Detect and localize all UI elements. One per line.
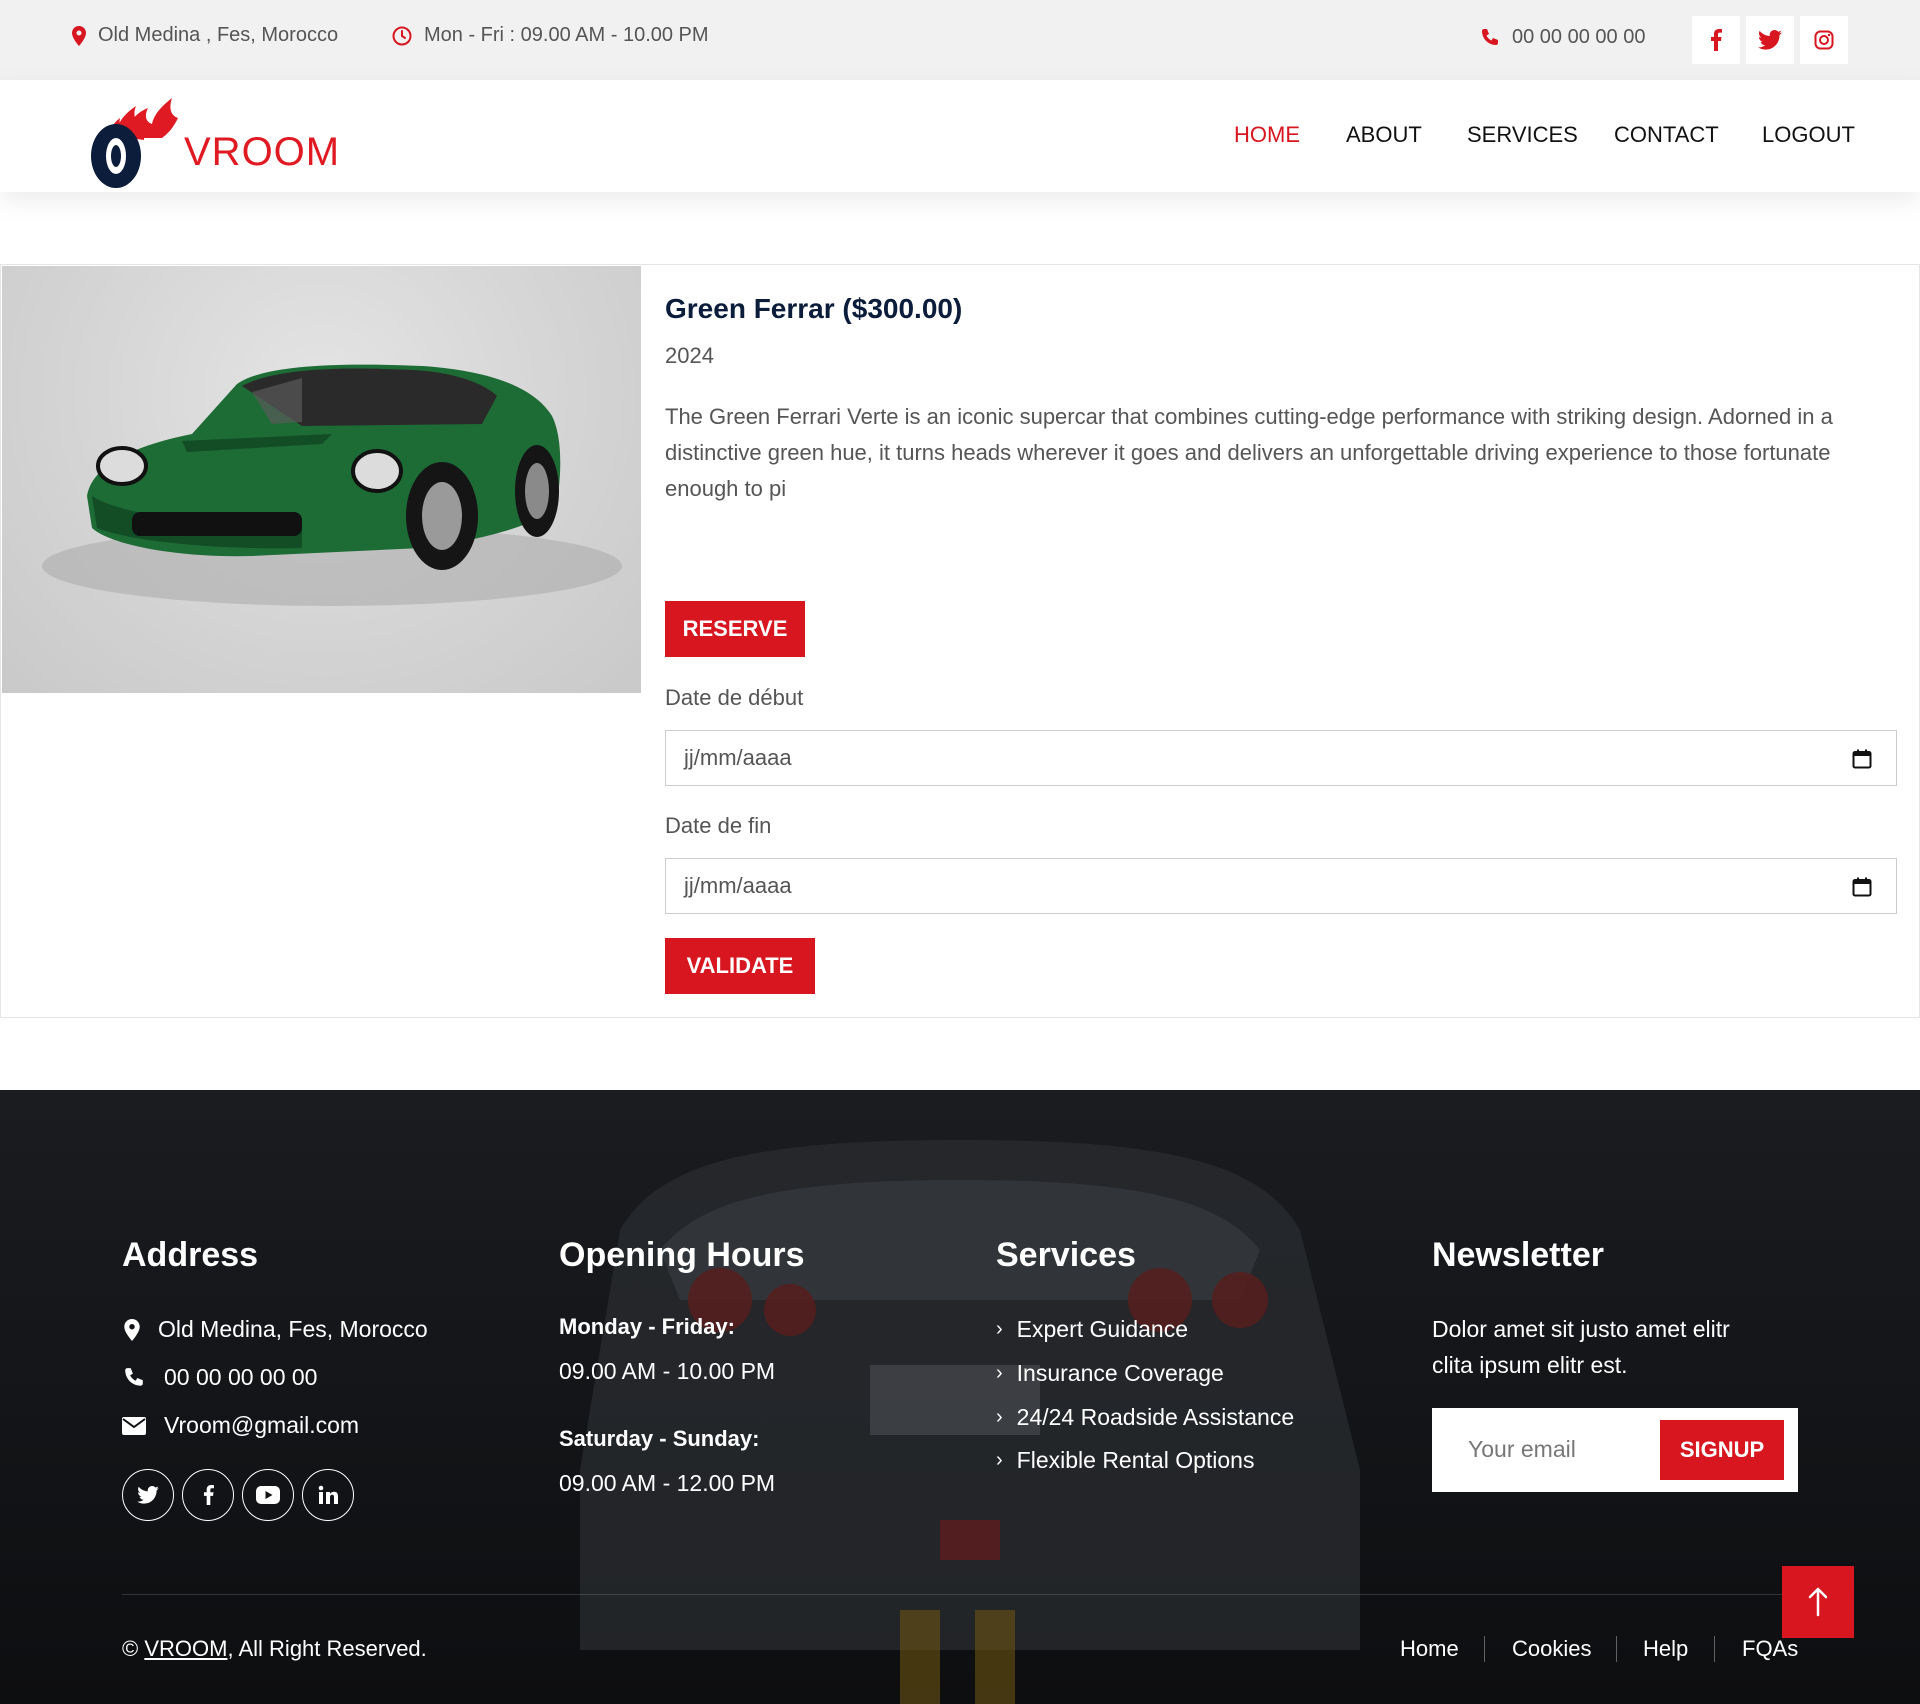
flaming-tire-icon <box>91 98 178 188</box>
facebook-button[interactable] <box>1692 16 1740 64</box>
twitter-icon <box>1758 30 1782 50</box>
footer: Address Old Medina, Fes, Morocco 00 00 0… <box>0 1090 1920 1704</box>
chevron-right-icon: › <box>996 1362 1003 1384</box>
footer-address-text: Old Medina, Fes, Morocco <box>158 1316 428 1342</box>
chevron-right-icon: › <box>996 1406 1003 1428</box>
nav-contact[interactable]: CONTACT <box>1614 122 1719 148</box>
back-to-top-button[interactable] <box>1782 1566 1854 1638</box>
service-link-label: Insurance Coverage <box>1016 1360 1224 1386</box>
facebook-icon <box>1711 29 1722 51</box>
copyright-text: , All Right Reserved. <box>227 1636 427 1661</box>
phone-icon <box>1482 28 1498 45</box>
footer-email-line: Vroom@gmail.com <box>122 1412 359 1439</box>
envelope-icon <box>122 1416 146 1435</box>
twitter-button[interactable] <box>1746 16 1794 64</box>
footer-background-car <box>0 1090 1920 1704</box>
service-link-label: Expert Guidance <box>1016 1316 1188 1342</box>
footer-link-help[interactable]: Help <box>1643 1636 1688 1662</box>
weekday-label: Monday - Friday: <box>559 1314 736 1339</box>
footer-link-home[interactable]: Home <box>1400 1636 1459 1662</box>
end-date-label: Date de fin <box>665 813 772 838</box>
newsletter-form: Your email SIGNUP <box>1432 1408 1798 1492</box>
arrow-up-icon <box>1808 1587 1828 1617</box>
top-bar: Old Medina , Fes, Morocco Mon - Fri : 09… <box>0 0 1920 80</box>
footer-address-line: Old Medina, Fes, Morocco <box>124 1316 428 1343</box>
main-navbar: VROOM HOME ABOUT SERVICES CONTACT LOGOUT <box>0 80 1920 192</box>
chevron-right-icon: › <box>996 1318 1003 1340</box>
calendar-icon[interactable] <box>1852 877 1872 897</box>
topbar-hours: Mon - Fri : 09.00 AM - 10.00 PM <box>392 24 709 47</box>
green-car-illustration <box>42 364 622 606</box>
footer-youtube-button[interactable] <box>242 1469 294 1521</box>
copyright-brand-link[interactable]: VROOM <box>144 1636 227 1661</box>
map-marker-icon <box>124 1318 140 1341</box>
footer-link-separator <box>1714 1636 1715 1662</box>
topbar-address: Old Medina , Fes, Morocco <box>72 24 338 47</box>
footer-link-fqas[interactable]: FQAs <box>1742 1636 1798 1662</box>
instagram-icon <box>1814 30 1834 50</box>
car-year: 2024 <box>665 343 714 368</box>
footer-services-heading: Services <box>996 1236 1136 1274</box>
start-date-label: Date de début <box>665 685 804 710</box>
start-date-input[interactable]: jj/mm/aaaa <box>665 730 1897 786</box>
map-marker-icon <box>72 25 86 46</box>
footer-phone-line: 00 00 00 00 00 <box>122 1364 317 1391</box>
service-link[interactable]: › Flexible Rental Options <box>996 1447 1254 1474</box>
validate-button[interactable]: VALIDATE <box>665 938 815 994</box>
service-link[interactable]: › Expert Guidance <box>996 1316 1188 1343</box>
weekend-hours: 09.00 AM - 12.00 PM <box>559 1470 776 1496</box>
footer-hours-heading: Opening Hours <box>559 1236 805 1274</box>
copyright: © VROOM, All Right Reserved. <box>122 1636 427 1662</box>
topbar-phone: 00 00 00 00 00 <box>1480 26 1645 49</box>
weekend-label: Saturday - Sunday: <box>559 1426 760 1451</box>
topbar-phone-text: 00 00 00 00 00 <box>1512 26 1646 48</box>
footer-divider <box>122 1594 1798 1595</box>
footer-link-separator <box>1484 1636 1485 1662</box>
nav-about[interactable]: ABOUT <box>1346 122 1422 148</box>
newsletter-email-input[interactable]: Your email <box>1468 1436 1576 1463</box>
footer-twitter-button[interactable] <box>122 1469 174 1521</box>
clock-icon <box>392 26 412 45</box>
footer-newsletter-heading: Newsletter <box>1432 1236 1604 1274</box>
footer-address-heading: Address <box>122 1236 259 1274</box>
twitter-icon <box>137 1486 159 1504</box>
linkedin-icon <box>318 1485 338 1504</box>
newsletter-text-line1: Dolor amet sit justo amet elitr <box>1432 1316 1730 1342</box>
youtube-icon <box>256 1486 280 1504</box>
brand-name: VROOM <box>184 130 341 174</box>
brand-logo[interactable]: VROOM <box>86 86 346 190</box>
car-image <box>2 266 641 693</box>
copyright-symbol: © <box>122 1636 139 1661</box>
footer-link-cookies[interactable]: Cookies <box>1512 1636 1591 1662</box>
footer-link-separator <box>1616 1636 1617 1662</box>
footer-email-text: Vroom@gmail.com <box>164 1412 360 1438</box>
topbar-address-text: Old Medina , Fes, Morocco <box>98 24 339 46</box>
topbar-hours-text: Mon - Fri : 09.00 AM - 10.00 PM <box>424 24 709 46</box>
calendar-icon[interactable] <box>1852 749 1872 769</box>
nav-home[interactable]: HOME <box>1234 122 1300 148</box>
service-link-label: 24/24 Roadside Assistance <box>1016 1404 1295 1430</box>
weekday-hours: 09.00 AM - 10.00 PM <box>559 1358 776 1384</box>
footer-facebook-button[interactable] <box>182 1469 234 1521</box>
footer-phone-text: 00 00 00 00 00 <box>164 1364 318 1390</box>
footer-linkedin-button[interactable] <box>302 1469 354 1521</box>
newsletter-text-line2: clita ipsum elitr est. <box>1432 1352 1628 1378</box>
car-detail-card: Green Ferrar ($300.00) 2024 The Green Fe… <box>0 264 1920 1018</box>
signup-button[interactable]: SIGNUP <box>1660 1420 1784 1480</box>
instagram-button[interactable] <box>1800 16 1848 64</box>
reserve-button[interactable]: RESERVE <box>665 601 805 657</box>
start-date-placeholder: jj/mm/aaaa <box>684 745 792 770</box>
service-link[interactable]: › 24/24 Roadside Assistance <box>996 1404 1294 1431</box>
chevron-right-icon: › <box>996 1449 1003 1471</box>
facebook-icon <box>203 1485 214 1505</box>
nav-logout[interactable]: LOGOUT <box>1762 122 1855 148</box>
end-date-placeholder: jj/mm/aaaa <box>684 873 792 898</box>
end-date-input[interactable]: jj/mm/aaaa <box>665 858 1897 914</box>
nav-services[interactable]: SERVICES <box>1467 122 1578 148</box>
car-title: Green Ferrar ($300.00) <box>665 293 963 324</box>
service-link-label: Flexible Rental Options <box>1016 1447 1255 1473</box>
service-link[interactable]: › Insurance Coverage <box>996 1360 1224 1387</box>
phone-icon <box>125 1367 143 1386</box>
car-description: The Green Ferrari Verte is an iconic sup… <box>665 404 1833 501</box>
